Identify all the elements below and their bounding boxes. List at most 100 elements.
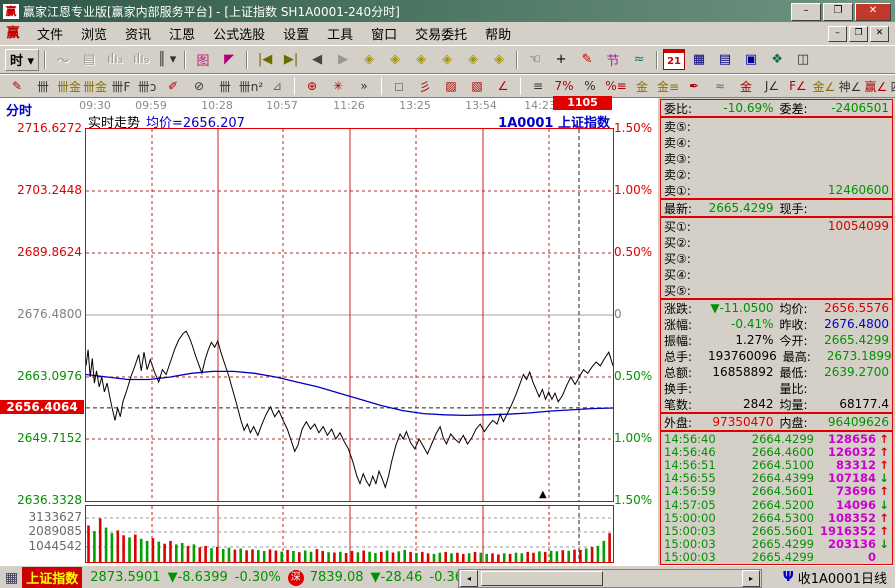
draw-line-button[interactable]: ✎: [575, 50, 599, 70]
last-page-button[interactable]: ▶|: [279, 50, 303, 70]
plain-ruler-tool[interactable]: 卌: [213, 77, 237, 95]
percent7-tool[interactable]: 7%: [552, 77, 576, 95]
diamond-star-button[interactable]: ◈: [461, 50, 485, 70]
diamond-left-button[interactable]: ◈: [357, 50, 381, 70]
spiral-ruler-tool[interactable]: 卌ɔ: [135, 77, 159, 95]
fan-lines-tool[interactable]: 彡: [413, 77, 437, 95]
percent-line-tool[interactable]: %≡: [604, 77, 628, 95]
minute3-bars-icon[interactable]: ılı₃: [103, 50, 127, 70]
gold-box-tool[interactable]: 金: [734, 77, 758, 95]
menu-item-7[interactable]: 窗口: [362, 22, 406, 45]
close-button[interactable]: ✕: [855, 3, 891, 21]
scroll-right-arrow[interactable]: ▸: [742, 570, 760, 587]
first-page-button[interactable]: |◀: [253, 50, 277, 70]
tick-direction-icon: ↑: [876, 432, 889, 446]
menu-item-6[interactable]: 工具: [318, 22, 362, 45]
quote-row: 总额:16858892最低:2639.2700: [661, 364, 892, 380]
diamond-shrink-button[interactable]: ◈: [435, 50, 459, 70]
minute9-bars-icon[interactable]: ılı₉: [129, 50, 153, 70]
gann-ruler-tool[interactable]: 卌: [31, 77, 55, 95]
gold-angle-tool[interactable]: 金∠: [812, 77, 836, 95]
tick-row: 14:56:512664.510083312↑: [661, 458, 892, 471]
brush-tool[interactable]: ✎: [5, 77, 29, 95]
f-ruler-tool[interactable]: 卌F: [109, 77, 133, 95]
gold-section-tool[interactable]: 金: [630, 77, 654, 95]
report-view-icon[interactable]: ▤: [77, 50, 101, 70]
quote-label: 涨幅:: [664, 316, 708, 333]
pattern-view-icon[interactable]: 〜: [51, 50, 75, 70]
target-circle-tool[interactable]: ⊕: [300, 77, 324, 95]
gold-ruler-tool[interactable]: 卌金: [57, 77, 81, 95]
toolbar-separator: [381, 77, 382, 95]
menu-item-2[interactable]: 资讯: [116, 22, 160, 45]
quote-label: 买④:: [664, 266, 708, 283]
price-ladder-tool[interactable]: ≡: [526, 77, 550, 95]
j-angle-tool[interactable]: J∠: [760, 77, 784, 95]
starburst-tool[interactable]: ✳: [326, 77, 350, 95]
minimize-button[interactable]: –: [791, 3, 821, 21]
session-marker-icon: ▲: [539, 489, 547, 500]
period-dropdown-button[interactable]: 时 ▾: [5, 49, 39, 71]
diamond-expand-button[interactable]: ◈: [409, 50, 433, 70]
pan-hand-button[interactable]: ☜: [523, 50, 547, 70]
percent-tool[interactable]: %: [578, 77, 602, 95]
boxed-rays-tool[interactable]: ▧: [465, 77, 489, 95]
export-image-button[interactable]: ❖: [765, 50, 789, 70]
menu-item-1[interactable]: 浏览: [72, 22, 116, 45]
save-button[interactable]: ▣: [739, 50, 763, 70]
wave-overlay-tool[interactable]: ≈: [708, 77, 732, 95]
menu-item-4[interactable]: 公式选股: [204, 22, 274, 45]
quote-label: 总额:: [664, 364, 708, 381]
diamond-right-button[interactable]: ◈: [383, 50, 407, 70]
f-angle-tool[interactable]: F∠: [786, 77, 810, 95]
menu-item-8[interactable]: 交易委托: [406, 22, 476, 45]
gold-ruler2-tool[interactable]: 卌金: [83, 77, 107, 95]
prev-bar-button[interactable]: ◀: [305, 50, 329, 70]
diamond-cross-button[interactable]: ◈: [487, 50, 511, 70]
candle-style-dropdown[interactable]: ║ ▾: [155, 50, 179, 70]
shen-angle-tool[interactable]: 神∠: [838, 77, 862, 95]
maximize-button[interactable]: ❐: [823, 3, 853, 21]
more-tools-chevron[interactable]: »: [352, 77, 376, 95]
horizontal-scrollbar[interactable]: ◂ ▸: [458, 569, 762, 588]
next-bar-button[interactable]: ▶: [331, 50, 355, 70]
calculator-button[interactable]: ▦: [687, 50, 711, 70]
gann-stamp-button[interactable]: 节: [601, 50, 625, 70]
volume-profile-button[interactable]: ◤: [217, 50, 241, 70]
sz-index-price: 7839.08: [310, 570, 364, 585]
notebook-button[interactable]: ▤: [713, 50, 737, 70]
menu-item-0[interactable]: 文件: [28, 22, 72, 45]
gold-line-tool[interactable]: 金≡: [656, 77, 680, 95]
marker-pen-tool[interactable]: ✐: [161, 77, 185, 95]
scroll-left-arrow[interactable]: ◂: [460, 570, 478, 587]
menu-item-5[interactable]: 设置: [274, 22, 318, 45]
cycle-circle-tool[interactable]: ⊘: [187, 77, 211, 95]
volume-label: 2089085: [0, 524, 82, 538]
intraday-price-chart[interactable]: [85, 128, 614, 502]
n2-ruler-tool[interactable]: 卌n²: [239, 77, 263, 95]
shaded-box-fan-tool[interactable]: ▨: [439, 77, 463, 95]
mdi-minimize-button[interactable]: –: [828, 26, 847, 42]
wave-tool-button[interactable]: ≈: [627, 50, 651, 70]
kline-window-button[interactable]: 图: [191, 50, 215, 70]
shenzhen-badge-icon[interactable]: 深: [288, 570, 304, 586]
menu-item-3[interactable]: 江恩: [160, 22, 204, 45]
menu-item-9[interactable]: 帮助: [476, 22, 520, 45]
four-angle-tool[interactable]: 四∠: [890, 77, 895, 95]
mdi-close-button[interactable]: ✕: [870, 26, 889, 42]
price-label: 2649.7152: [0, 431, 82, 445]
ying-angle-tool[interactable]: 赢∠: [864, 77, 888, 95]
volume-chart[interactable]: [85, 505, 614, 563]
calendar-button[interactable]: 21: [663, 49, 685, 70]
crosshair-button[interactable]: +: [549, 50, 573, 70]
remote-data-button[interactable]: ◫: [791, 50, 815, 70]
table-view-icon[interactable]: ▦: [5, 570, 18, 586]
mdi-restore-button[interactable]: ❐: [849, 26, 868, 42]
status-index-tab[interactable]: 上证指数: [22, 567, 82, 588]
ink-marker-tool[interactable]: ✒: [682, 77, 706, 95]
flag-angle-tool[interactable]: ⊿: [265, 77, 289, 95]
scrollbar-thumb[interactable]: [481, 571, 603, 586]
quote-row: 卖②:: [661, 166, 892, 182]
box-grid-tool[interactable]: ◻: [387, 77, 411, 95]
angle-rays-tool[interactable]: ∠: [491, 77, 515, 95]
